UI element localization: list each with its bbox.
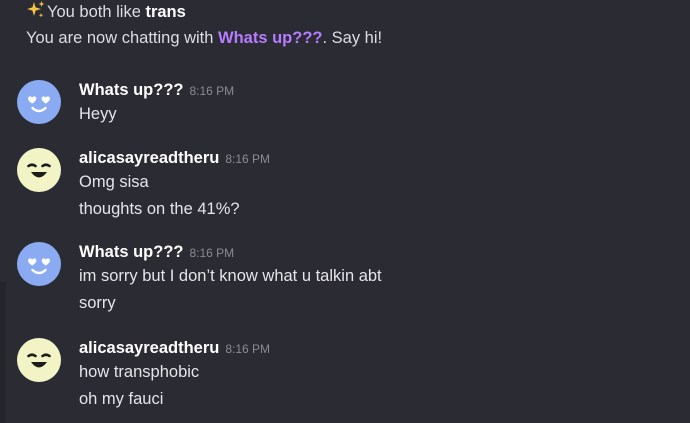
message-header: alicasayreadtheru 8:16 PM: [79, 147, 270, 169]
message-text: thoughts on the 41%?: [79, 200, 240, 218]
message-header: alicasayreadtheru 8:16 PM: [79, 337, 270, 359]
now-chatting-prefix: You are now chatting with: [26, 29, 219, 47]
chat-view: You both like trans You are now chatting…: [0, 0, 690, 423]
message-header: Whats up??? 8:16 PM: [79, 79, 234, 101]
now-chatting-line: You are now chatting with Whats up???. S…: [26, 26, 666, 50]
message-text: sorry: [79, 294, 116, 312]
message-body: Whats up??? 8:16 PM im sorry but I don’t …: [79, 241, 382, 317]
message-timestamp: 8:16 PM: [189, 246, 235, 260]
message-text: how transphobic: [79, 363, 200, 381]
message-text: im sorry but I don’t know what u talkin …: [79, 267, 382, 285]
message-text: Omg sisa: [79, 173, 149, 191]
message-header: Whats up??? 8:16 PM: [79, 241, 382, 263]
message-text: oh my fauci: [79, 390, 164, 408]
message-author[interactable]: Whats up???: [79, 243, 183, 261]
message-body: alicasayreadtheru 8:16 PM how transphobic…: [79, 337, 270, 413]
smiling-yellow-avatar-icon[interactable]: [16, 337, 62, 383]
message-author[interactable]: alicasayreadtheru: [79, 339, 219, 357]
chat-intro: You both like trans You are now chatting…: [26, 0, 666, 50]
shared-interest-line: You both like trans: [26, 0, 666, 22]
shared-interest-prefix: You both like: [47, 3, 146, 21]
sparkles-icon: [26, 0, 46, 20]
smiling-yellow-avatar-icon[interactable]: [16, 147, 62, 193]
message-body: Whats up??? 8:16 PM Heyy: [79, 79, 234, 128]
message-text: Heyy: [79, 105, 117, 123]
message-timestamp: 8:16 PM: [189, 84, 235, 98]
partner-name-link[interactable]: Whats up???: [218, 29, 322, 47]
message-timestamp: 8:16 PM: [225, 152, 271, 166]
message-author[interactable]: Whats up???: [79, 81, 183, 99]
message-body: alicasayreadtheru 8:16 PM Omg sisa though…: [79, 147, 270, 223]
heart-eyes-blue-avatar-icon[interactable]: [16, 79, 62, 125]
message-author[interactable]: alicasayreadtheru: [79, 149, 219, 167]
shared-interest-topic: trans: [145, 3, 186, 21]
heart-eyes-blue-avatar-icon[interactable]: [16, 241, 62, 287]
left-edge-panel: [0, 282, 6, 423]
message-timestamp: 8:16 PM: [225, 342, 271, 356]
now-chatting-suffix: . Say hi!: [322, 29, 383, 47]
